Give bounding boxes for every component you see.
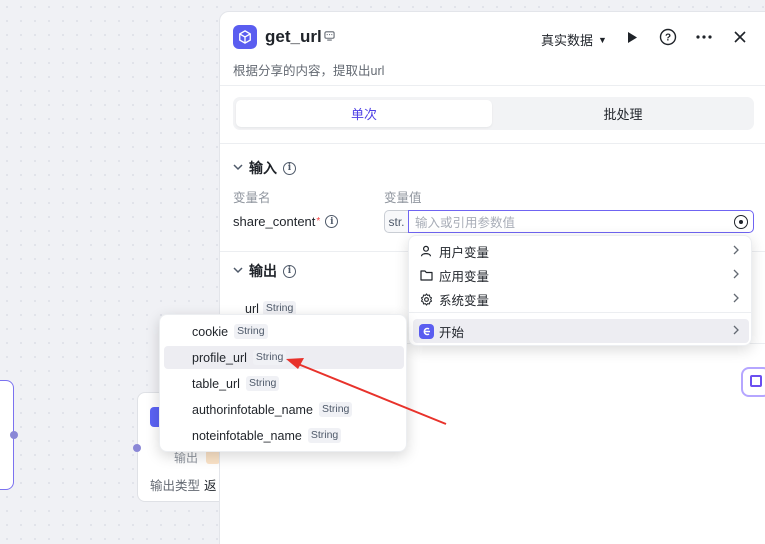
info-icon[interactable]: i [283,264,296,278]
ref-item-system-vars[interactable]: 系统变量 [413,287,749,311]
chevron-right-icon [733,268,739,282]
ref-item-start-node[interactable]: 开始 [413,319,749,343]
var-option-name: table_url [192,376,240,391]
start-node-vars-menu: cookie String profile_url String table_u… [159,314,407,452]
var-option-name: authorinfotable_name [192,402,313,417]
node-output-type-label: 输出类型 [150,479,201,493]
var-option-name: profile_url [192,350,247,365]
tab-batch[interactable]: 批处理 [495,100,751,127]
var-option-cookie[interactable]: cookie String [164,320,404,343]
data-mode-label: 真实数据 [541,33,594,48]
svg-text:?: ? [665,33,671,44]
required-mark: * [316,216,321,227]
tab-single[interactable]: 单次 [236,100,492,127]
chevron-down-icon [233,163,243,174]
divider [220,85,765,86]
info-icon[interactable]: i [325,215,339,228]
output-section-title: 输出 [249,263,277,279]
ref-item-label: 系统变量 [439,293,490,308]
var-option-table-url[interactable]: table_url String [164,372,404,395]
node-output-type-value: 返 [204,479,217,493]
start-node-icon [417,323,435,339]
input-section-title: 输入 [249,160,277,176]
caret-down-icon: ▼ [598,34,607,45]
input-var-name: share_content [233,214,316,229]
user-icon [417,245,435,257]
run-button[interactable] [621,26,643,48]
var-option-name: cookie [192,324,229,339]
var-option-type: String [318,402,353,417]
node-port[interactable] [10,431,18,439]
chevron-right-icon [733,292,739,306]
var-option-type: String [245,376,280,391]
var-option-type: String [252,350,287,365]
divider [409,312,751,313]
panel-title[interactable]: get_url [265,27,322,47]
ref-item-label: 开始 [439,325,465,340]
output-section-header[interactable]: 输出 i [233,261,296,281]
close-icon[interactable] [729,26,751,48]
help-icon[interactable]: ? [657,26,679,48]
edit-title-icon[interactable] [324,30,335,44]
folder-icon [417,269,435,281]
var-type-badge[interactable]: str. [384,210,408,233]
data-mode-select[interactable]: 真实数据 ▼ [541,30,607,49]
var-option-noteinfotable-name[interactable]: noteinfotable_name String [164,424,404,447]
node-output-type: 输出类型返 [150,475,217,494]
var-option-authorinfotable-name[interactable]: authorinfotable_name String [164,398,404,421]
ref-item-user-vars[interactable]: 用户变量 [413,239,749,263]
ref-item-label: 用户变量 [439,245,490,260]
ref-item-label: 应用变量 [439,269,490,284]
var-option-name: noteinfotable_name [192,428,302,443]
reference-menu: 用户变量 应用变量 系统变量 开始 [408,235,752,346]
input-section-header[interactable]: 输入 i [233,158,296,178]
panel-description: 根据分享的内容，提取出url [233,64,385,78]
ref-item-app-vars[interactable]: 应用变量 [413,263,749,287]
node-port[interactable] [133,444,141,452]
chevron-right-icon [733,244,739,258]
var-option-profile-url[interactable]: profile_url String [164,346,404,369]
gear-icon [417,292,435,306]
col-header-name: 变量名 [233,191,271,205]
col-header-value: 变量值 [384,191,422,205]
node-output-tag-icon [206,450,220,464]
cube-icon [233,25,257,49]
divider [220,143,765,144]
chevron-down-icon [233,266,243,277]
var-value-placeholder: 输入或引用参数值 [415,216,516,230]
reference-picker-icon[interactable] [734,215,748,229]
var-option-type: String [307,428,342,443]
input-var-row: share_content * i [233,214,339,229]
more-icon[interactable] [693,26,715,48]
chevron-right-icon [733,324,739,338]
mode-tabs: 单次 批处理 [233,97,754,130]
info-icon[interactable]: i [283,161,296,175]
floating-assistant-button[interactable] [741,367,765,397]
var-value-input[interactable]: 输入或引用参数值 [408,210,754,233]
var-option-type: String [234,324,268,339]
